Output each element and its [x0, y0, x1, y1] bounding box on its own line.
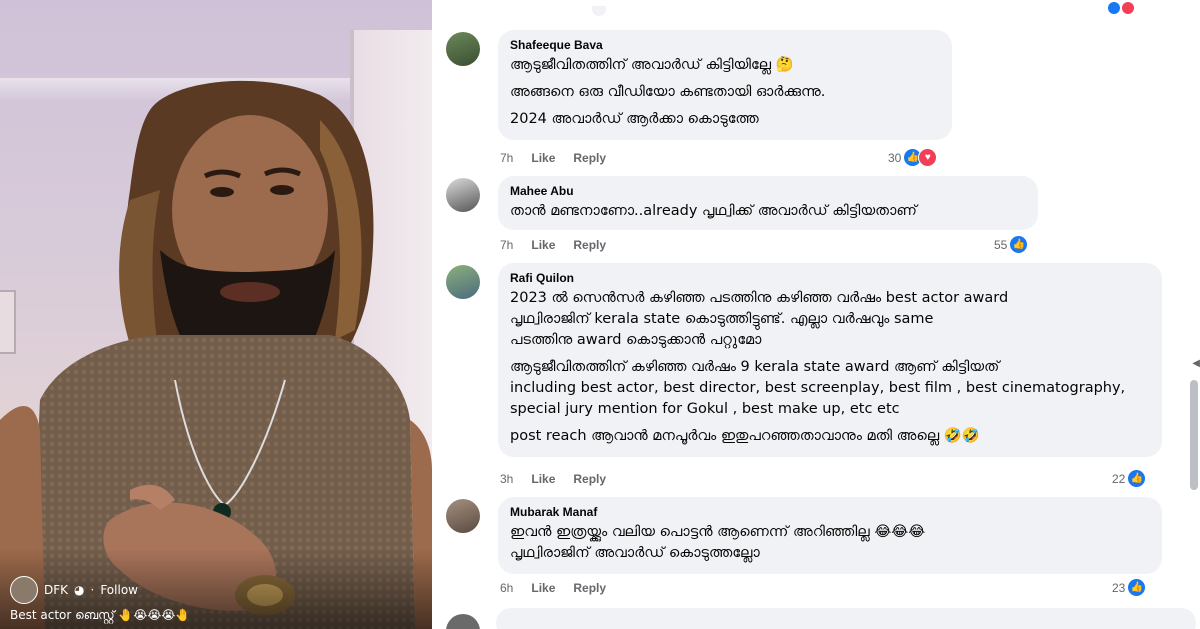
- comment-text: including best actor, best director, bes…: [510, 380, 1126, 396]
- comment-text: ആടുജീവിതത്തിന് അവാർഡ് കിട്ടിയില്ലേ 🤔: [510, 57, 794, 73]
- comment-text: ഇവൻ ഇത്രയ്ക്കും വലിയ പൊട്ടൻ ആണെന്ന് അറിഞ…: [510, 524, 926, 540]
- like-reaction-icon: [1108, 2, 1120, 14]
- verified-icon: ◕: [74, 583, 85, 597]
- comment-author[interactable]: Mahee Abu: [510, 184, 1026, 198]
- comment-author[interactable]: Rafi Quilon: [510, 271, 1150, 285]
- comment-text: പടത്തിനു award കൊടുക്കാൻ പറ്റുമോ: [510, 332, 762, 348]
- comment-item: Mahee Abu താൻ മണ്ടനാണോ..already പൃഥ്വിക്…: [446, 176, 1038, 230]
- follow-button[interactable]: Follow: [100, 583, 138, 597]
- creator-name[interactable]: DFK: [44, 583, 68, 597]
- commenter-avatar[interactable]: [446, 178, 480, 212]
- like-reaction-icon: 👍: [1127, 469, 1147, 488]
- reaction-count: 22: [1112, 471, 1126, 486]
- prev-comment-edge: [592, 6, 606, 16]
- comment-time: 7h: [500, 151, 514, 165]
- comment-text: 2024 അവാർഡ് ആർക്കാ കൊടുത്തേ: [510, 111, 759, 127]
- scrollbar-thumb[interactable]: [1190, 380, 1198, 490]
- creator-row: DFK ◕ · Follow: [10, 576, 138, 604]
- comment-text: special jury mention for Gokul , best ma…: [510, 401, 900, 417]
- reply-button[interactable]: Reply: [573, 238, 606, 252]
- comment-text: പൃഥ്വിരാജിന് kerala state കൊടുത്തിട്ടുണ്…: [510, 311, 934, 327]
- comment-time: 3h: [500, 472, 514, 486]
- reaction-count: 55: [994, 237, 1008, 252]
- commenter-avatar[interactable]: [446, 265, 480, 299]
- scroll-up-icon[interactable]: ◀: [1192, 358, 1200, 369]
- heart-reaction-icon: ♥: [918, 148, 938, 167]
- reaction-summary[interactable]: 23 👍: [1112, 578, 1147, 597]
- comment-text: post reach ആവാൻ മനപൂർവം ഇതുപറഞ്ഞതാവാനും …: [510, 428, 980, 444]
- comment-item: Mubarak Manaf ഇവൻ ഇത്രയ്ക്കും വലിയ പൊട്ട…: [446, 497, 1162, 574]
- commenter-avatar[interactable]: [446, 614, 480, 629]
- comment-text: 2023 ൽ സെൻസർ കഴിഞ്ഞ പടത്തിനു കഴിഞ്ഞ വർഷം…: [510, 290, 1009, 306]
- video-caption: Best actor ബെസ്റ്റ് 🤚😭😭😭🤚: [10, 608, 191, 622]
- reaction-summary[interactable]: 55 👍: [994, 235, 1029, 254]
- comment-text: അങ്ങനെ ഒരു വീഡിയോ കണ്ടതായി ഓർക്കുന്നു.: [510, 84, 826, 100]
- comment-bubble: Mubarak Manaf ഇവൻ ഇത്രയ്ക്കും വലിയ പൊട്ട…: [498, 497, 1162, 574]
- reaction-summary[interactable]: 22 👍: [1112, 469, 1147, 488]
- separator-dot: ·: [90, 583, 95, 597]
- video-panel[interactable]: DFK ◕ · Follow Best actor ബെസ്റ്റ് 🤚😭😭😭🤚: [0, 0, 432, 629]
- speaker-figure: [0, 80, 432, 629]
- comment-bubble: Shafeeque Bava ആടുജീവിതത്തിന് അവാർഡ് കിട…: [498, 30, 952, 140]
- heart-reaction-icon: [1122, 2, 1134, 14]
- comment-actions: 7h Like Reply: [500, 151, 606, 165]
- comment-actions: 3h Like Reply: [500, 472, 606, 486]
- prev-comment-reactions: [1108, 2, 1134, 14]
- comment-author[interactable]: Shafeeque Bava: [510, 38, 940, 52]
- like-button[interactable]: Like: [531, 581, 555, 595]
- like-reaction-icon: 👍: [1127, 578, 1147, 597]
- like-button[interactable]: Like: [531, 151, 555, 165]
- like-reaction-icon: 👍: [1009, 235, 1029, 254]
- reply-button[interactable]: Reply: [573, 581, 606, 595]
- comment-time: 7h: [500, 238, 514, 252]
- comment-bubble: Rafi Quilon 2023 ൽ സെൻസർ കഴിഞ്ഞ പടത്തിനു…: [498, 263, 1162, 457]
- comment-actions: 6h Like Reply: [500, 581, 606, 595]
- like-button[interactable]: Like: [531, 472, 555, 486]
- reaction-count: 23: [1112, 580, 1126, 595]
- comments-panel[interactable]: Shafeeque Bava ആടുജീവിതത്തിന് അവാർഡ് കിട…: [432, 0, 1200, 629]
- commenter-avatar[interactable]: [446, 499, 480, 533]
- reaction-summary[interactable]: 30 👍 ♥: [888, 148, 938, 167]
- reply-button[interactable]: Reply: [573, 151, 606, 165]
- comment-actions: 7h Like Reply: [500, 238, 606, 252]
- commenter-avatar[interactable]: [446, 32, 480, 66]
- comment-item: Rafi Quilon 2023 ൽ സെൻസർ കഴിഞ്ഞ പടത്തിനു…: [446, 263, 1162, 457]
- like-button[interactable]: Like: [531, 238, 555, 252]
- reply-button[interactable]: Reply: [573, 472, 606, 486]
- comment-bubble: Mahee Abu താൻ മണ്ടനാണോ..already പൃഥ്വിക്…: [498, 176, 1038, 230]
- reaction-count: 30: [888, 150, 902, 165]
- comment-bubble-partial: [496, 608, 1196, 629]
- comment-time: 6h: [500, 581, 514, 595]
- comment-text: പൃഥ്വിരാജിന് അവാർഡ് കൊടുത്തല്ലോ: [510, 545, 760, 561]
- comment-text: ആടുജീവിതത്തിന് കഴിഞ്ഞ വർഷം 9 kerala stat…: [510, 359, 1000, 375]
- comment-text: താൻ മണ്ടനാണോ..already പൃഥ്വിക്ക് അവാർഡ് …: [510, 203, 917, 219]
- comment-item: Shafeeque Bava ആടുജീവിതത്തിന് അവാർഡ് കിട…: [446, 30, 952, 140]
- creator-avatar[interactable]: [10, 576, 38, 604]
- comment-author[interactable]: Mubarak Manaf: [510, 505, 1150, 519]
